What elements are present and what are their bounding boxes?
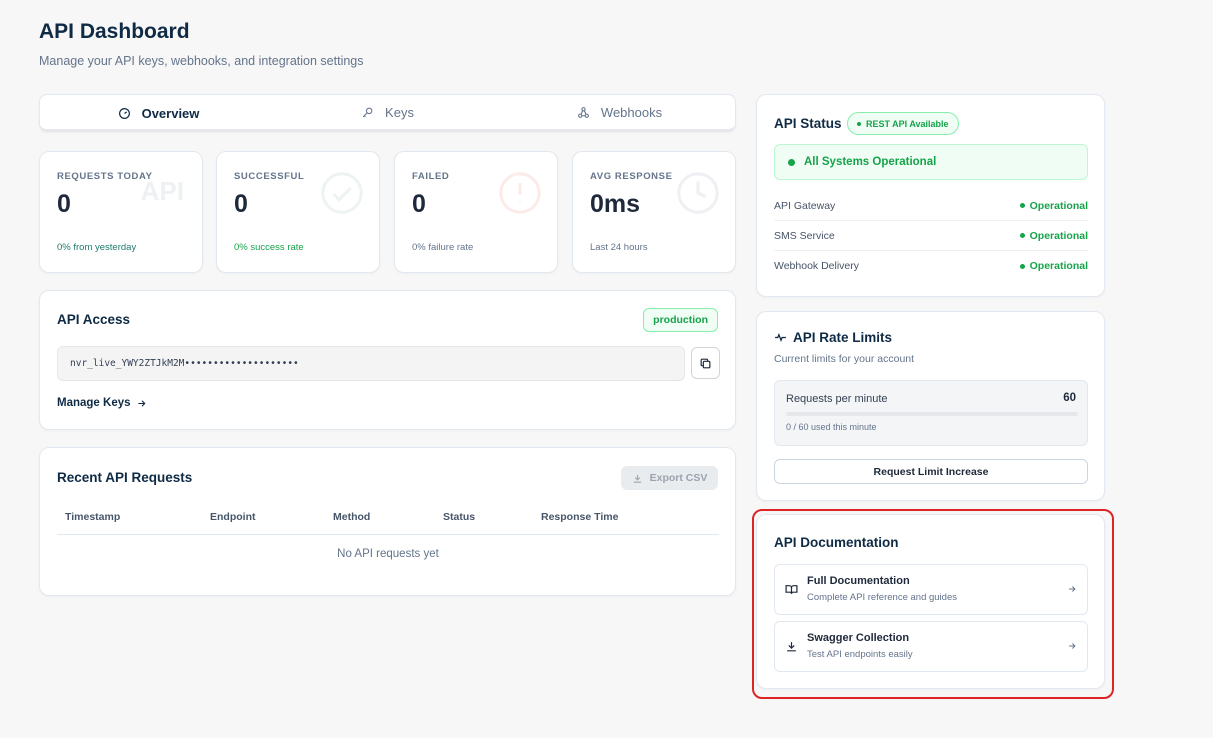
gauge-icon: [118, 107, 131, 120]
check-circle-icon: [319, 170, 365, 221]
manage-keys-link[interactable]: Manage Keys: [57, 397, 147, 409]
rate-usage-text: 0 / 60 used this minute: [786, 422, 877, 432]
status-dot: [857, 121, 861, 126]
recent-requests-card: Recent API Requests Export CSV Timestamp…: [39, 447, 736, 596]
rate-limits-card: API Rate Limits Current limits for your …: [756, 311, 1105, 501]
stat-value: 0: [57, 190, 71, 218]
column-header-endpoint[interactable]: Endpoint: [210, 511, 256, 523]
service-status-label: Operational: [1029, 199, 1088, 212]
tab-overview[interactable]: Overview: [44, 95, 273, 129]
tab-overview-label: Overview: [141, 105, 200, 121]
rate-limits-subtitle: Current limits for your account: [774, 353, 915, 365]
service-row-api-gateway: API Gateway Operational: [774, 191, 1088, 221]
status-dot: [1019, 203, 1025, 208]
request-limit-increase-button[interactable]: Request Limit Increase: [774, 459, 1088, 484]
arrow-right-icon: [1067, 641, 1077, 651]
service-name: API Gateway: [774, 199, 836, 212]
service-status: Operational: [1019, 199, 1088, 212]
stat-label: FAILED: [412, 171, 450, 182]
service-row-sms: SMS Service Operational: [774, 221, 1088, 251]
tab-keys[interactable]: Keys: [273, 95, 502, 129]
page-title: API Dashboard: [39, 20, 190, 43]
export-csv-button[interactable]: Export CSV: [621, 466, 718, 490]
overall-status-banner: All Systems Operational: [774, 144, 1088, 180]
table-divider: [57, 534, 719, 535]
column-header-method[interactable]: Method: [333, 511, 370, 523]
column-header-timestamp[interactable]: Timestamp: [65, 511, 120, 523]
overall-status-label: All Systems Operational: [804, 156, 937, 168]
rate-limits-header: API Rate Limits: [774, 330, 892, 345]
manage-keys-label: Manage Keys: [57, 397, 131, 409]
doc-item-desc: Complete API reference and guides: [807, 592, 957, 603]
column-header-status[interactable]: Status: [443, 511, 475, 523]
stat-value: 0: [234, 190, 248, 218]
rate-limit-box: Requests per minute 60 0 / 60 used this …: [774, 380, 1088, 446]
service-name: SMS Service: [774, 229, 835, 242]
download-icon: [632, 473, 643, 484]
page-subtitle: Manage your API keys, webhooks, and inte…: [39, 54, 364, 68]
full-documentation-link[interactable]: Full Documentation Complete API referenc…: [774, 564, 1088, 615]
webhook-icon: [577, 106, 590, 119]
api-documentation-title: API Documentation: [774, 535, 899, 550]
service-status: Operational: [1019, 260, 1088, 272]
tab-bar: Overview Keys Webhooks: [39, 94, 736, 132]
alert-circle-icon: [497, 170, 543, 221]
stat-value: 0: [412, 190, 426, 218]
service-row-webhook-delivery: Webhook Delivery Operational: [774, 251, 1088, 281]
status-dot: [788, 158, 795, 166]
environment-badge: production: [643, 308, 718, 332]
activity-icon: [774, 331, 787, 344]
stat-value: 0ms: [590, 190, 641, 218]
stat-sub: 0% success rate: [234, 242, 304, 253]
stat-failed: FAILED 0 0% failure rate: [394, 151, 558, 273]
recent-requests-title: Recent API Requests: [57, 470, 193, 485]
copy-icon: [699, 357, 712, 370]
service-status-label: Operational: [1029, 260, 1088, 272]
arrow-right-icon: [1067, 584, 1077, 594]
rest-api-badge: REST API Available: [847, 112, 959, 135]
export-csv-label: Export CSV: [649, 472, 708, 484]
rest-api-badge-label: REST API Available: [866, 118, 949, 129]
tab-webhooks[interactable]: Webhooks: [502, 95, 735, 129]
doc-item-title: Swagger Collection: [807, 632, 910, 644]
rate-usage-bar: [786, 412, 1078, 416]
service-name: Webhook Delivery: [774, 260, 860, 272]
tab-webhooks-label: Webhooks: [600, 105, 663, 120]
status-dot: [1019, 263, 1025, 269]
service-status-label: Operational: [1029, 229, 1088, 242]
api-status-card: API Status REST API Available All System…: [756, 94, 1105, 297]
column-header-response-time[interactable]: Response Time: [541, 511, 618, 523]
stat-requests-today: REQUESTS TODAY 0 0% from yesterday API: [39, 151, 203, 273]
stat-sub: 0% failure rate: [412, 242, 474, 253]
doc-item-title: Full Documentation: [807, 575, 910, 587]
stat-label: REQUESTS TODAY: [57, 171, 153, 182]
key-icon: [361, 106, 374, 119]
clock-icon: [675, 170, 721, 221]
api-key-field[interactable]: nvr_live_YWY2ZTJkM2M••••••••••••••••••••: [57, 346, 685, 381]
service-status: Operational: [1019, 229, 1088, 242]
arrow-right-icon: [136, 398, 147, 409]
empty-state-text: No API requests yet: [337, 548, 439, 560]
api-access-card: API Access production nvr_live_YWY2ZTJkM…: [39, 290, 736, 430]
swagger-collection-link[interactable]: Swagger Collection Test API endpoints ea…: [774, 621, 1088, 672]
rate-limits-title: API Rate Limits: [793, 330, 893, 345]
stat-sub: 0% from yesterday: [57, 242, 137, 253]
api-status-title: API Status: [774, 116, 842, 131]
api-documentation-card: API Documentation Full Documentation Com…: [756, 514, 1105, 689]
status-dot: [1019, 233, 1025, 238]
rate-limit-label: Requests per minute: [786, 393, 888, 405]
stat-label: AVG RESPONSE: [590, 171, 673, 182]
stat-label: SUCCESSFUL: [234, 171, 305, 182]
rate-limit-value: 60: [1063, 392, 1076, 404]
api-watermark-icon: API: [140, 176, 184, 206]
copy-key-button[interactable]: [691, 347, 720, 379]
tab-keys-label: Keys: [385, 105, 414, 120]
api-access-title: API Access: [57, 312, 131, 327]
stat-successful: SUCCESSFUL 0 0% success rate: [216, 151, 380, 273]
book-icon: [785, 583, 798, 596]
download-icon: [785, 640, 798, 653]
stat-sub: Last 24 hours: [590, 242, 648, 253]
stat-avg-response: AVG RESPONSE 0ms Last 24 hours: [572, 151, 736, 273]
doc-item-desc: Test API endpoints easily: [807, 649, 913, 660]
